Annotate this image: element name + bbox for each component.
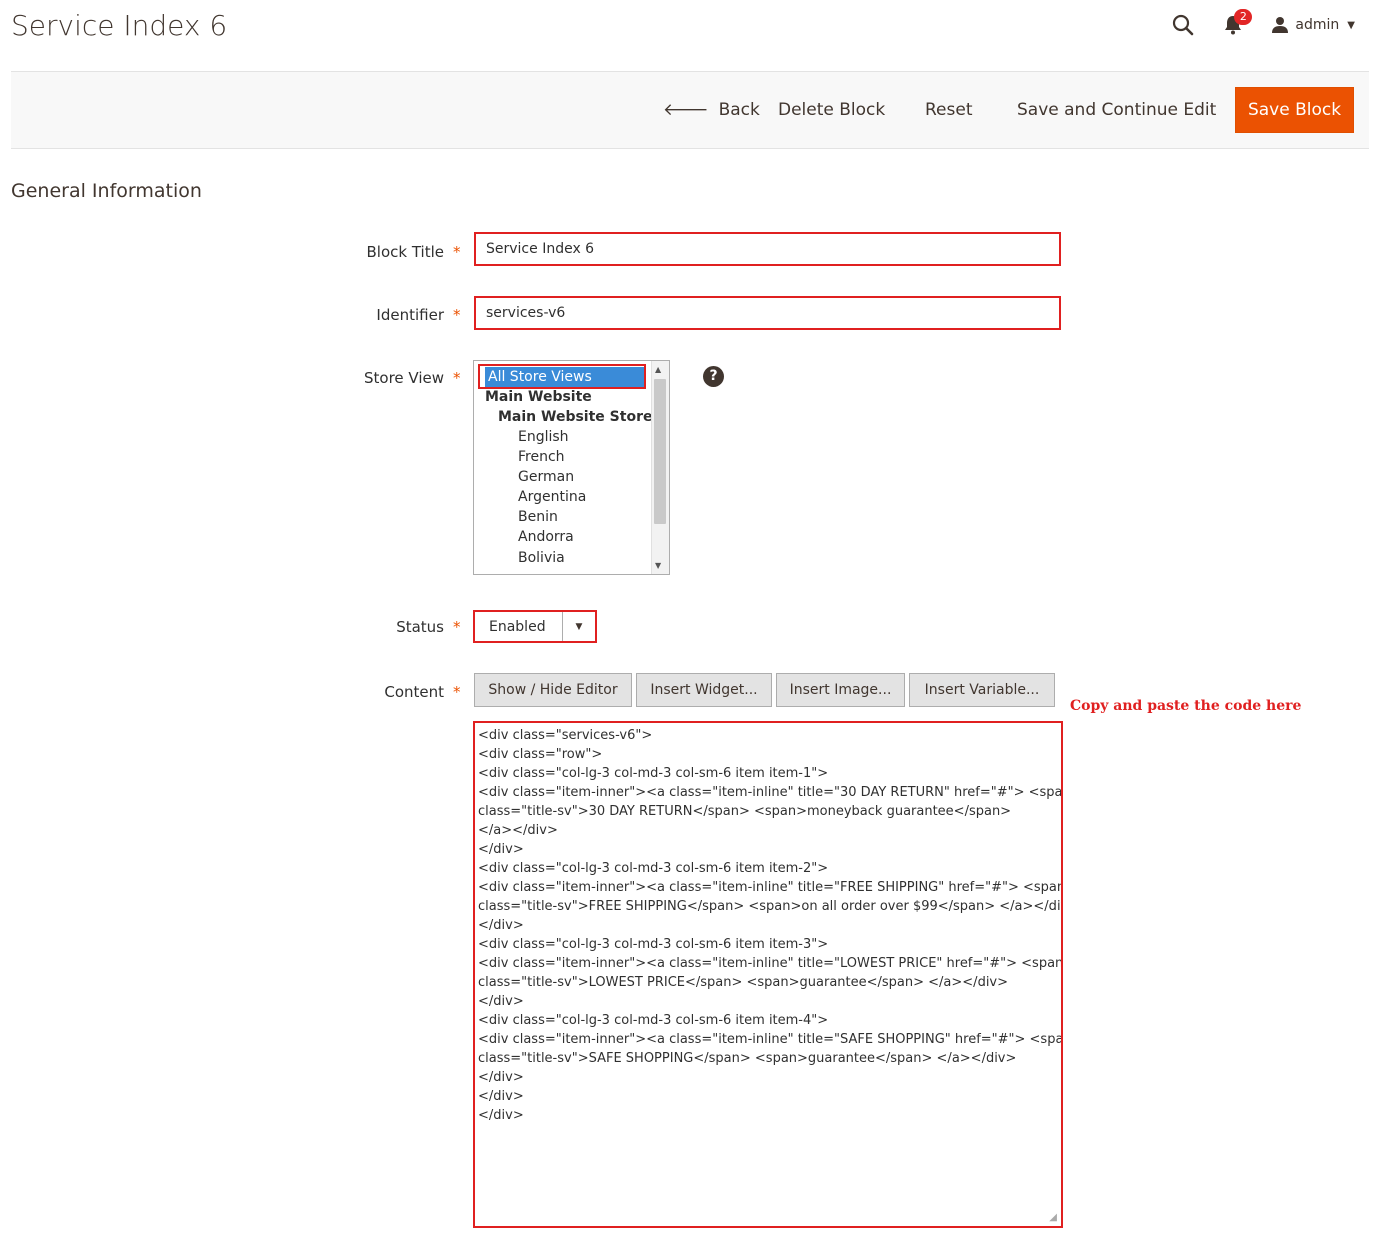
help-question-icon[interactable]: ?: [703, 366, 724, 387]
reset-button[interactable]: Reset: [925, 72, 973, 148]
store-list-scrollbar[interactable]: ▲ ▼: [651, 361, 669, 574]
block-title-label: Block Title: [366, 243, 444, 261]
code-line: </div>: [478, 1089, 524, 1104]
header-actions: 2 admin ▼: [1171, 9, 1355, 40]
required-marker: *: [453, 306, 461, 324]
save-and-continue-button[interactable]: Save and Continue Edit: [1017, 72, 1216, 148]
insert-widget-button[interactable]: Insert Widget...: [636, 673, 772, 707]
user-icon: [1272, 17, 1289, 33]
block-title-input[interactable]: [474, 232, 1061, 266]
code-line: </div>: [478, 1108, 524, 1123]
store-option[interactable]: French: [518, 449, 565, 465]
identifier-input[interactable]: [474, 296, 1061, 330]
code-line: class="title-sv">LOWEST PRICE</span> <sp…: [478, 975, 1009, 990]
code-line: <div class="col-lg-3 col-md-3 col-sm-6 i…: [478, 861, 829, 876]
content-textarea[interactable]: <div class="services-v6"> <div class="ro…: [473, 721, 1063, 1228]
code-line: <div class="col-lg-3 col-md-3 col-sm-6 i…: [478, 766, 829, 781]
store-option-all[interactable]: All Store Views: [485, 367, 644, 387]
required-marker: *: [453, 618, 461, 636]
resize-handle-icon[interactable]: ◢: [1049, 1212, 1057, 1223]
arrow-left-icon: 🡐: [663, 100, 709, 120]
delete-block-button[interactable]: Delete Block: [778, 72, 885, 148]
scroll-up-icon[interactable]: ▲: [655, 365, 661, 374]
content-label: Content: [384, 683, 444, 701]
store-option[interactable]: Andorra: [518, 529, 574, 545]
user-name: admin: [1295, 17, 1340, 33]
code-line: <div class="item-inner"><a class="item-i…: [478, 785, 1063, 800]
user-menu[interactable]: admin ▼: [1271, 16, 1355, 34]
paste-code-annotation: Copy and paste the code here: [1070, 698, 1302, 714]
code-line: </div>: [478, 842, 524, 857]
required-marker: *: [453, 243, 461, 261]
code-line: </a></div>: [478, 823, 558, 838]
store-option[interactable]: German: [518, 469, 574, 485]
code-line: <div class="col-lg-3 col-md-3 col-sm-6 i…: [478, 937, 829, 952]
back-button[interactable]: 🡐 Back: [663, 72, 760, 148]
page-title: Service Index 6: [11, 9, 228, 42]
section-title: General Information: [11, 180, 202, 202]
dropdown-arrow-icon: ▼: [562, 612, 595, 641]
store-option-group: Main Website: [485, 389, 592, 405]
identifier-label: Identifier: [376, 306, 444, 324]
back-button-label: Back: [718, 100, 760, 120]
status-label: Status: [396, 618, 444, 636]
scrollbar-thumb[interactable]: [654, 379, 666, 524]
store-option[interactable]: Bolivia: [518, 550, 565, 566]
notifications-bell-icon[interactable]: 2: [1221, 9, 1253, 37]
scroll-down-icon[interactable]: ▼: [655, 561, 661, 570]
save-block-button[interactable]: Save Block: [1235, 87, 1354, 133]
status-selected-value: Enabled: [489, 619, 546, 635]
code-line: <div class="item-inner"><a class="item-i…: [478, 1032, 1063, 1047]
code-line: <div class="services-v6">: [478, 728, 653, 743]
code-line: <div class="item-inner"><a class="item-i…: [478, 880, 1063, 895]
code-line: class="title-sv">30 DAY RETURN</span> <s…: [478, 804, 1012, 819]
code-line: <div class="row">: [478, 747, 603, 762]
code-line: class="title-sv">FREE SHIPPING</span> <s…: [478, 899, 1063, 914]
status-select[interactable]: Enabled ▼: [473, 610, 597, 643]
store-view-label: Store View: [363, 369, 444, 387]
store-option-group: Main Website Store: [498, 409, 653, 425]
required-marker: *: [453, 369, 461, 387]
store-option[interactable]: Benin: [518, 509, 558, 525]
insert-image-button[interactable]: Insert Image...: [776, 673, 905, 707]
required-marker: *: [453, 683, 461, 701]
code-line: </div>: [478, 918, 524, 933]
search-icon[interactable]: [1171, 13, 1195, 37]
page-actions-bar: 🡐 Back Delete Block Reset Save and Conti…: [11, 71, 1369, 149]
store-option[interactable]: Argentina: [518, 489, 586, 505]
code-line: <div class="col-lg-3 col-md-3 col-sm-6 i…: [478, 1013, 829, 1028]
code-line: class="title-sv">SAFE SHOPPING</span> <s…: [478, 1051, 1017, 1066]
chevron-down-icon: ▼: [1347, 19, 1355, 31]
insert-variable-button[interactable]: Insert Variable...: [909, 673, 1055, 707]
store-view-multiselect[interactable]: All Store Views Main Website Main Websit…: [473, 360, 670, 575]
code-line: </div>: [478, 994, 524, 1009]
show-hide-editor-button[interactable]: Show / Hide Editor: [474, 673, 632, 707]
code-line: <div class="item-inner"><a class="item-i…: [478, 956, 1063, 971]
notification-count-badge: 2: [1234, 9, 1253, 25]
code-line: </div>: [478, 1070, 524, 1085]
store-option[interactable]: English: [518, 429, 569, 445]
